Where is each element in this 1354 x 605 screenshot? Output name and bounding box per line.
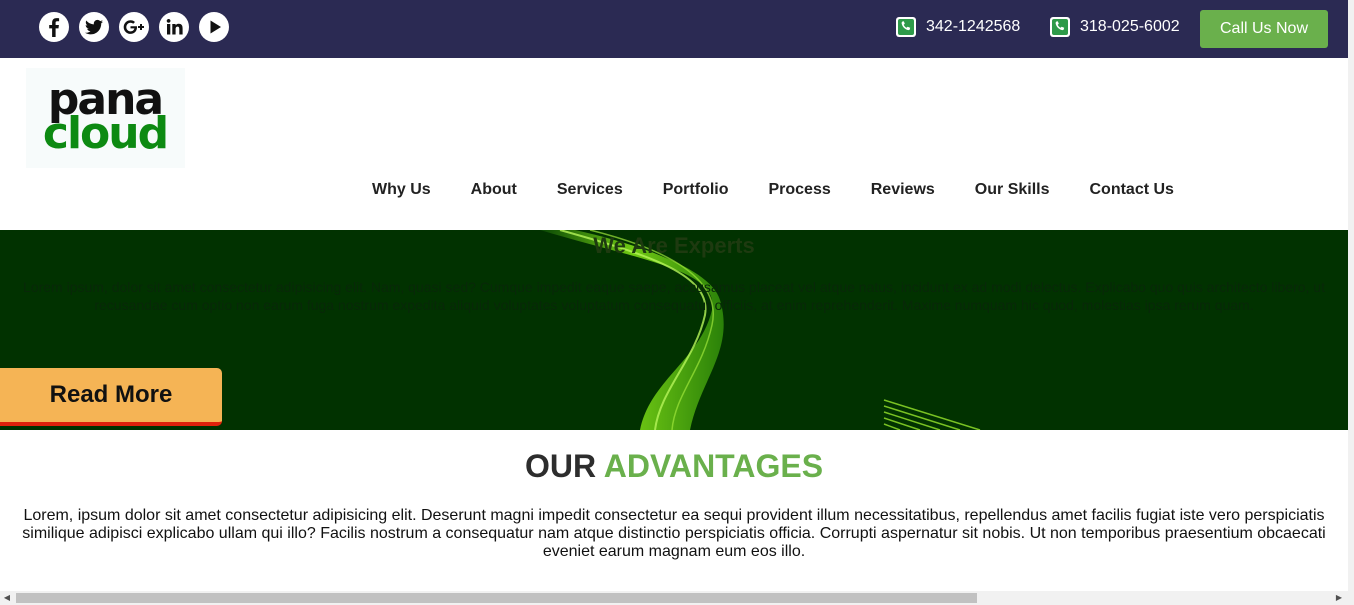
read-more-button[interactable]: Read More [0, 368, 222, 426]
nav-about[interactable]: About [451, 180, 537, 200]
scroll-left-arrow-icon[interactable]: ◀ [0, 591, 14, 605]
advantages-text: Lorem, ipsum dolor sit amet consectetur … [22, 507, 1326, 560]
youtube-icon[interactable] [198, 11, 230, 43]
phone-icon [896, 17, 916, 37]
horizontal-scrollbar[interactable]: ◀ ▶ [0, 591, 1354, 605]
horizontal-scroll-thumb[interactable] [16, 593, 977, 603]
vertical-scrollbar[interactable] [1348, 0, 1354, 591]
advantages-title-part1: OUR [524, 448, 597, 484]
facebook-icon[interactable] [38, 11, 70, 43]
phone-number-2: 318-025-6002 [1080, 18, 1180, 35]
hero-title: We Are Experts [593, 233, 755, 258]
nav-contact-us[interactable]: Contact Us [1070, 180, 1194, 200]
call-us-now-button[interactable]: Call Us Now [1200, 10, 1328, 48]
nav-services[interactable]: Services [537, 180, 643, 200]
linkedin-icon[interactable] [158, 11, 190, 43]
nav-portfolio[interactable]: Portfolio [643, 180, 749, 200]
nav-reviews[interactable]: Reviews [851, 180, 955, 200]
nav-our-skills[interactable]: Our Skills [955, 180, 1070, 200]
logo-text-bottom: cloud [43, 108, 167, 159]
main-nav: Why Us About Services Portfolio Process … [352, 180, 1194, 200]
advantages-title-part2: ADVANTAGES [603, 448, 824, 484]
hero-text: Lorem ipsum, dolor sit amet consectetur … [23, 279, 1325, 313]
logo[interactable]: pana cloud [26, 68, 185, 168]
advantages-title: OUR ADVANTAGES [0, 448, 1348, 485]
nav-process[interactable]: Process [748, 180, 850, 200]
twitter-icon[interactable] [78, 11, 110, 43]
top-bar: 342-1242568 318-025-6002 Call Us Now [0, 0, 1348, 58]
nav-why-us[interactable]: Why Us [352, 180, 451, 200]
phone-number-1: 342-1242568 [926, 18, 1021, 35]
social-links [38, 11, 230, 43]
phone-contact-2[interactable]: 318-025-6002 [1050, 17, 1180, 37]
phone-icon [1050, 17, 1070, 37]
google-plus-icon[interactable] [118, 11, 150, 43]
phone-contact-1[interactable]: 342-1242568 [896, 17, 1020, 37]
scroll-right-arrow-icon[interactable]: ▶ [1332, 591, 1346, 605]
hero-banner: We Are Experts Lorem ipsum, dolor sit am… [0, 230, 1348, 430]
